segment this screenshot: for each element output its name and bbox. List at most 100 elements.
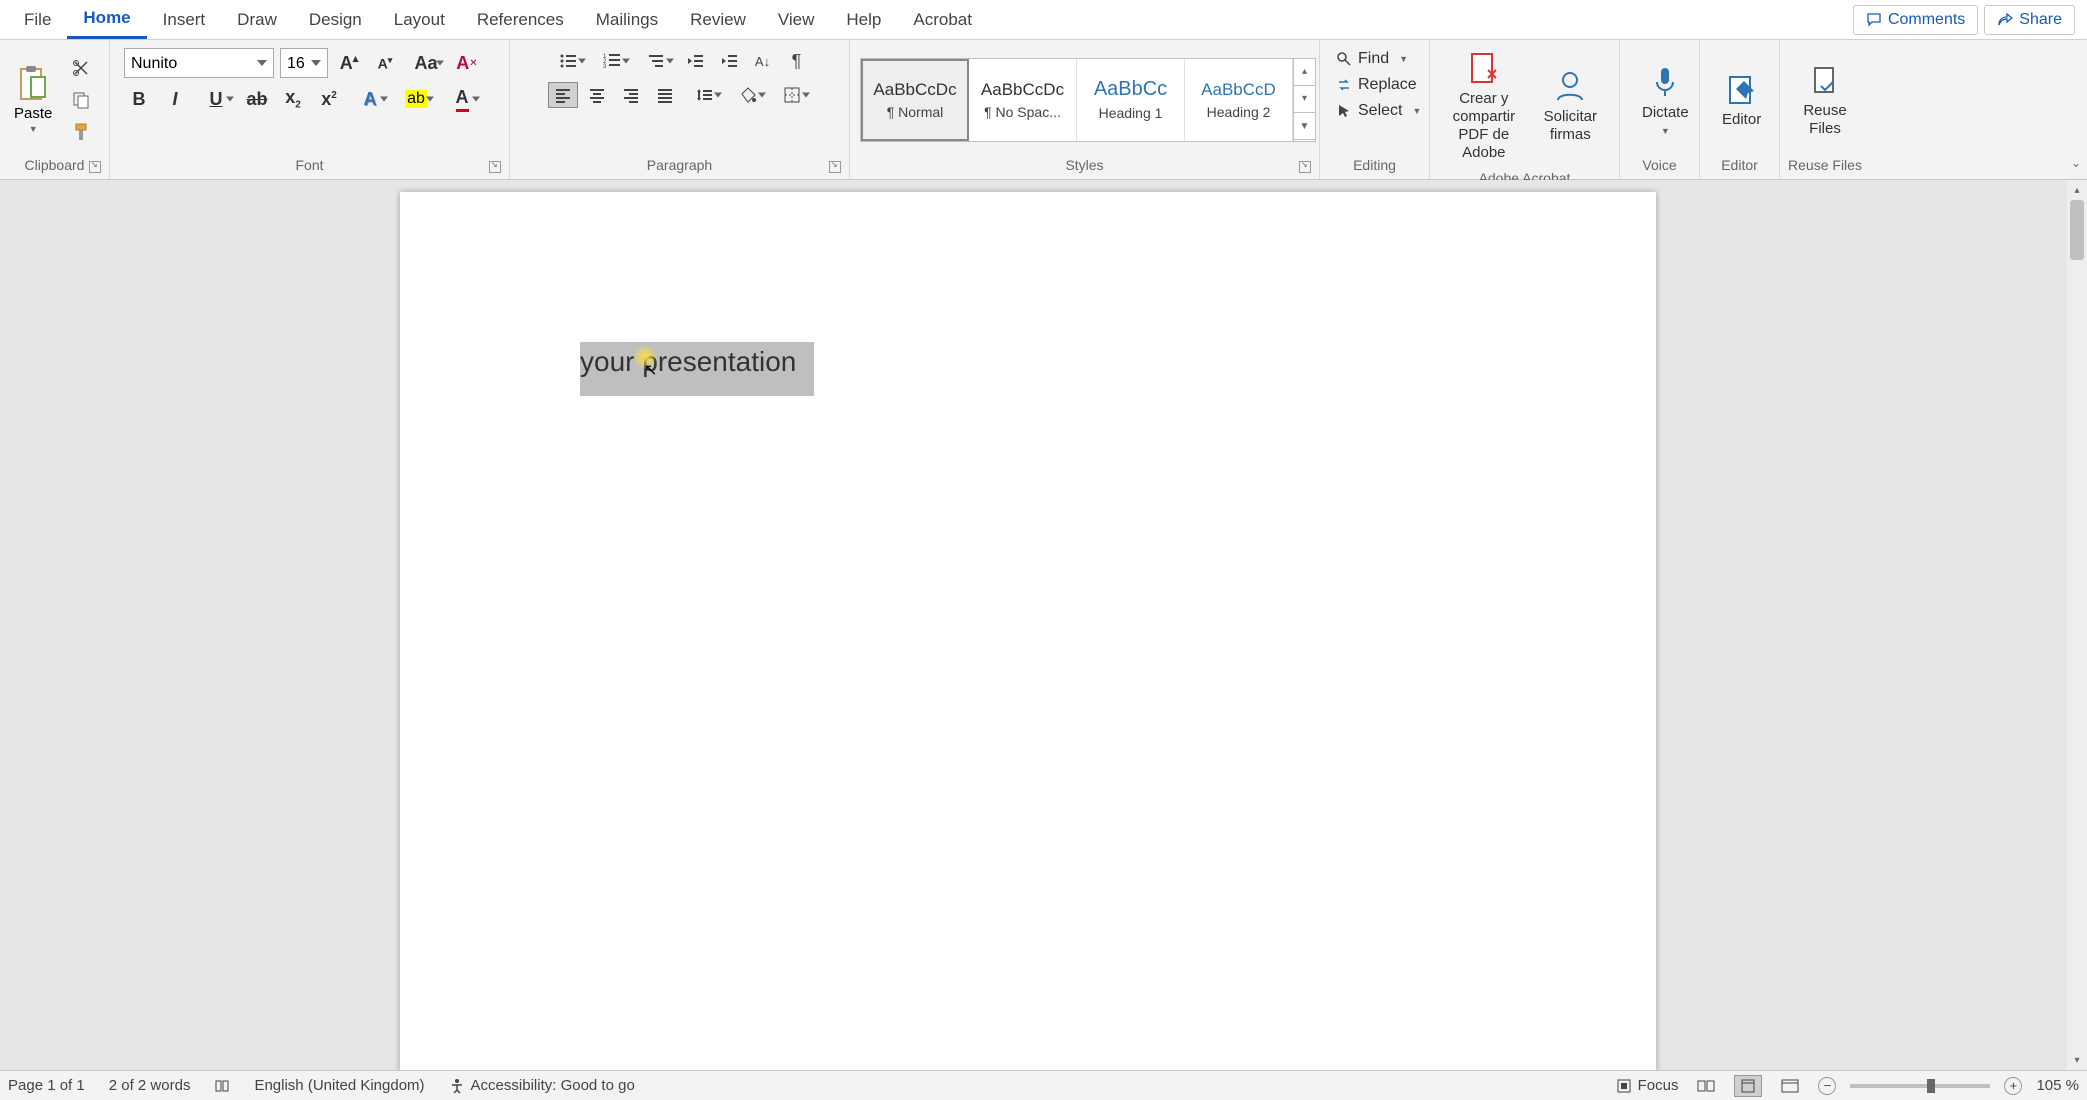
tab-layout[interactable]: Layout xyxy=(378,2,461,38)
zoom-knob[interactable] xyxy=(1927,1079,1935,1093)
focus-mode-button[interactable]: Focus xyxy=(1616,1077,1679,1094)
styles-scroll-up[interactable]: ▴ xyxy=(1294,59,1315,86)
borders-button[interactable] xyxy=(772,82,812,108)
tab-references[interactable]: References xyxy=(461,2,580,38)
text-effects-button[interactable]: A xyxy=(350,86,390,112)
document-page[interactable]: your presentation ↖ xyxy=(400,192,1656,1070)
sort-button[interactable]: A↓ xyxy=(748,48,778,74)
styles-expand[interactable]: ▼ xyxy=(1294,113,1315,140)
decrease-indent-button[interactable] xyxy=(680,48,710,74)
accessibility-icon xyxy=(449,1078,465,1094)
subscript-button[interactable]: x2 xyxy=(278,86,308,112)
tab-help[interactable]: Help xyxy=(830,2,897,38)
font-launcher[interactable] xyxy=(489,161,501,173)
superscript-button[interactable]: x2 xyxy=(314,86,344,112)
align-center-button[interactable] xyxy=(582,82,612,108)
format-painter-button[interactable] xyxy=(68,119,94,145)
justify-button[interactable] xyxy=(650,82,680,108)
tab-acrobat[interactable]: Acrobat xyxy=(897,2,988,38)
reuse-files-button[interactable]: Reuse Files xyxy=(1796,60,1854,140)
show-marks-button[interactable]: ¶ xyxy=(782,48,812,74)
scroll-thumb[interactable] xyxy=(2070,200,2084,260)
zoom-slider[interactable] xyxy=(1850,1084,1990,1088)
spell-check-button[interactable] xyxy=(214,1078,230,1094)
tab-draw[interactable]: Draw xyxy=(221,2,293,38)
comments-button[interactable]: Comments xyxy=(1853,5,1978,35)
status-bar: Page 1 of 1 2 of 2 words English (United… xyxy=(0,1070,2087,1100)
paragraph-launcher[interactable] xyxy=(829,161,841,173)
request-signatures-button[interactable]: Solicitar firmas xyxy=(1538,66,1603,146)
scroll-up-button[interactable]: ▴ xyxy=(2067,180,2087,200)
tab-review[interactable]: Review xyxy=(674,2,762,38)
language-status[interactable]: English (United Kingdom) xyxy=(254,1077,424,1094)
zoom-in-button[interactable]: + xyxy=(2004,1077,2022,1095)
shrink-font-button[interactable]: A▾ xyxy=(370,50,400,76)
font-size-combo[interactable]: 16 xyxy=(280,48,328,78)
scissors-icon xyxy=(71,58,91,78)
strikethrough-button[interactable]: ab xyxy=(242,86,272,112)
tab-view[interactable]: View xyxy=(762,2,831,38)
tab-home[interactable]: Home xyxy=(67,0,146,39)
read-mode-button[interactable] xyxy=(1692,1075,1720,1097)
multilevel-list-button[interactable] xyxy=(636,48,676,74)
style-name: ¶ Normal xyxy=(887,104,944,120)
create-pdf-button[interactable]: Crear y compartir PDF de Adobe xyxy=(1446,48,1522,164)
signature-icon xyxy=(1552,68,1588,104)
word-count[interactable]: 2 of 2 words xyxy=(109,1077,191,1094)
align-right-button[interactable] xyxy=(616,82,646,108)
print-layout-button[interactable] xyxy=(1734,1075,1762,1097)
bold-button[interactable]: B xyxy=(124,86,154,112)
style-heading2[interactable]: AaBbCcD Heading 2 xyxy=(1185,59,1293,141)
bucket-icon xyxy=(739,86,757,104)
scroll-down-button[interactable]: ▾ xyxy=(2067,1050,2087,1070)
style-heading1[interactable]: AaBbCc Heading 1 xyxy=(1077,59,1185,141)
clipboard-launcher[interactable] xyxy=(89,161,101,173)
spacing-icon xyxy=(695,86,713,104)
cut-button[interactable] xyxy=(68,55,94,81)
styles-launcher[interactable] xyxy=(1299,161,1311,173)
share-label: Share xyxy=(2019,11,2062,29)
style-normal[interactable]: AaBbCcDc ¶ Normal xyxy=(861,59,969,141)
tab-insert[interactable]: Insert xyxy=(147,2,222,38)
justify-icon xyxy=(656,86,674,104)
shading-button[interactable] xyxy=(728,82,768,108)
align-left-button[interactable] xyxy=(548,82,578,108)
style-no-spacing[interactable]: AaBbCcDc ¶ No Spac... xyxy=(969,59,1077,141)
accessibility-status[interactable]: Accessibility: Good to go xyxy=(449,1077,635,1094)
tab-mailings[interactable]: Mailings xyxy=(580,2,674,38)
page-status[interactable]: Page 1 of 1 xyxy=(8,1077,85,1094)
grow-font-button[interactable]: A▴ xyxy=(334,50,364,76)
increase-indent-button[interactable] xyxy=(714,48,744,74)
bullets-button[interactable] xyxy=(548,48,588,74)
find-button[interactable]: Find▼ xyxy=(1332,48,1412,70)
zoom-out-button[interactable]: − xyxy=(1818,1077,1836,1095)
change-case-button[interactable]: Aa xyxy=(406,50,446,76)
clear-formatting-button[interactable]: A✕ xyxy=(452,50,482,76)
web-layout-button[interactable] xyxy=(1776,1075,1804,1097)
select-button[interactable]: Select▼ xyxy=(1332,100,1425,122)
numbering-icon: 123 xyxy=(603,52,621,70)
editor-button[interactable]: Editor xyxy=(1716,69,1767,131)
selected-text[interactable]: your presentation xyxy=(580,342,814,396)
line-spacing-button[interactable] xyxy=(684,82,724,108)
underline-button[interactable]: U xyxy=(196,86,236,112)
italic-button[interactable]: I xyxy=(160,86,190,112)
highlight-button[interactable]: ab xyxy=(396,86,436,112)
vertical-scrollbar[interactable]: ▴ ▾ xyxy=(2067,180,2087,1070)
zoom-level[interactable]: 105 % xyxy=(2036,1077,2079,1094)
read-icon xyxy=(1697,1079,1715,1093)
share-button[interactable]: Share xyxy=(1984,5,2075,35)
tab-design[interactable]: Design xyxy=(293,2,378,38)
font-name-combo[interactable]: Nunito xyxy=(124,48,274,78)
font-color-button[interactable]: A xyxy=(442,86,482,112)
cursor-icon xyxy=(1336,103,1352,119)
paste-button[interactable]: Paste ▼ xyxy=(8,63,58,136)
numbering-button[interactable]: 123 xyxy=(592,48,632,74)
styles-scroll-down[interactable]: ▾ xyxy=(1294,86,1315,113)
tab-file[interactable]: File xyxy=(8,2,67,38)
copy-button[interactable] xyxy=(68,87,94,113)
find-label: Find xyxy=(1358,50,1389,68)
replace-button[interactable]: Replace xyxy=(1332,74,1421,96)
collapse-ribbon-button[interactable]: ⌄ xyxy=(2071,156,2081,170)
dictate-button[interactable]: Dictate ▼ xyxy=(1636,62,1695,138)
